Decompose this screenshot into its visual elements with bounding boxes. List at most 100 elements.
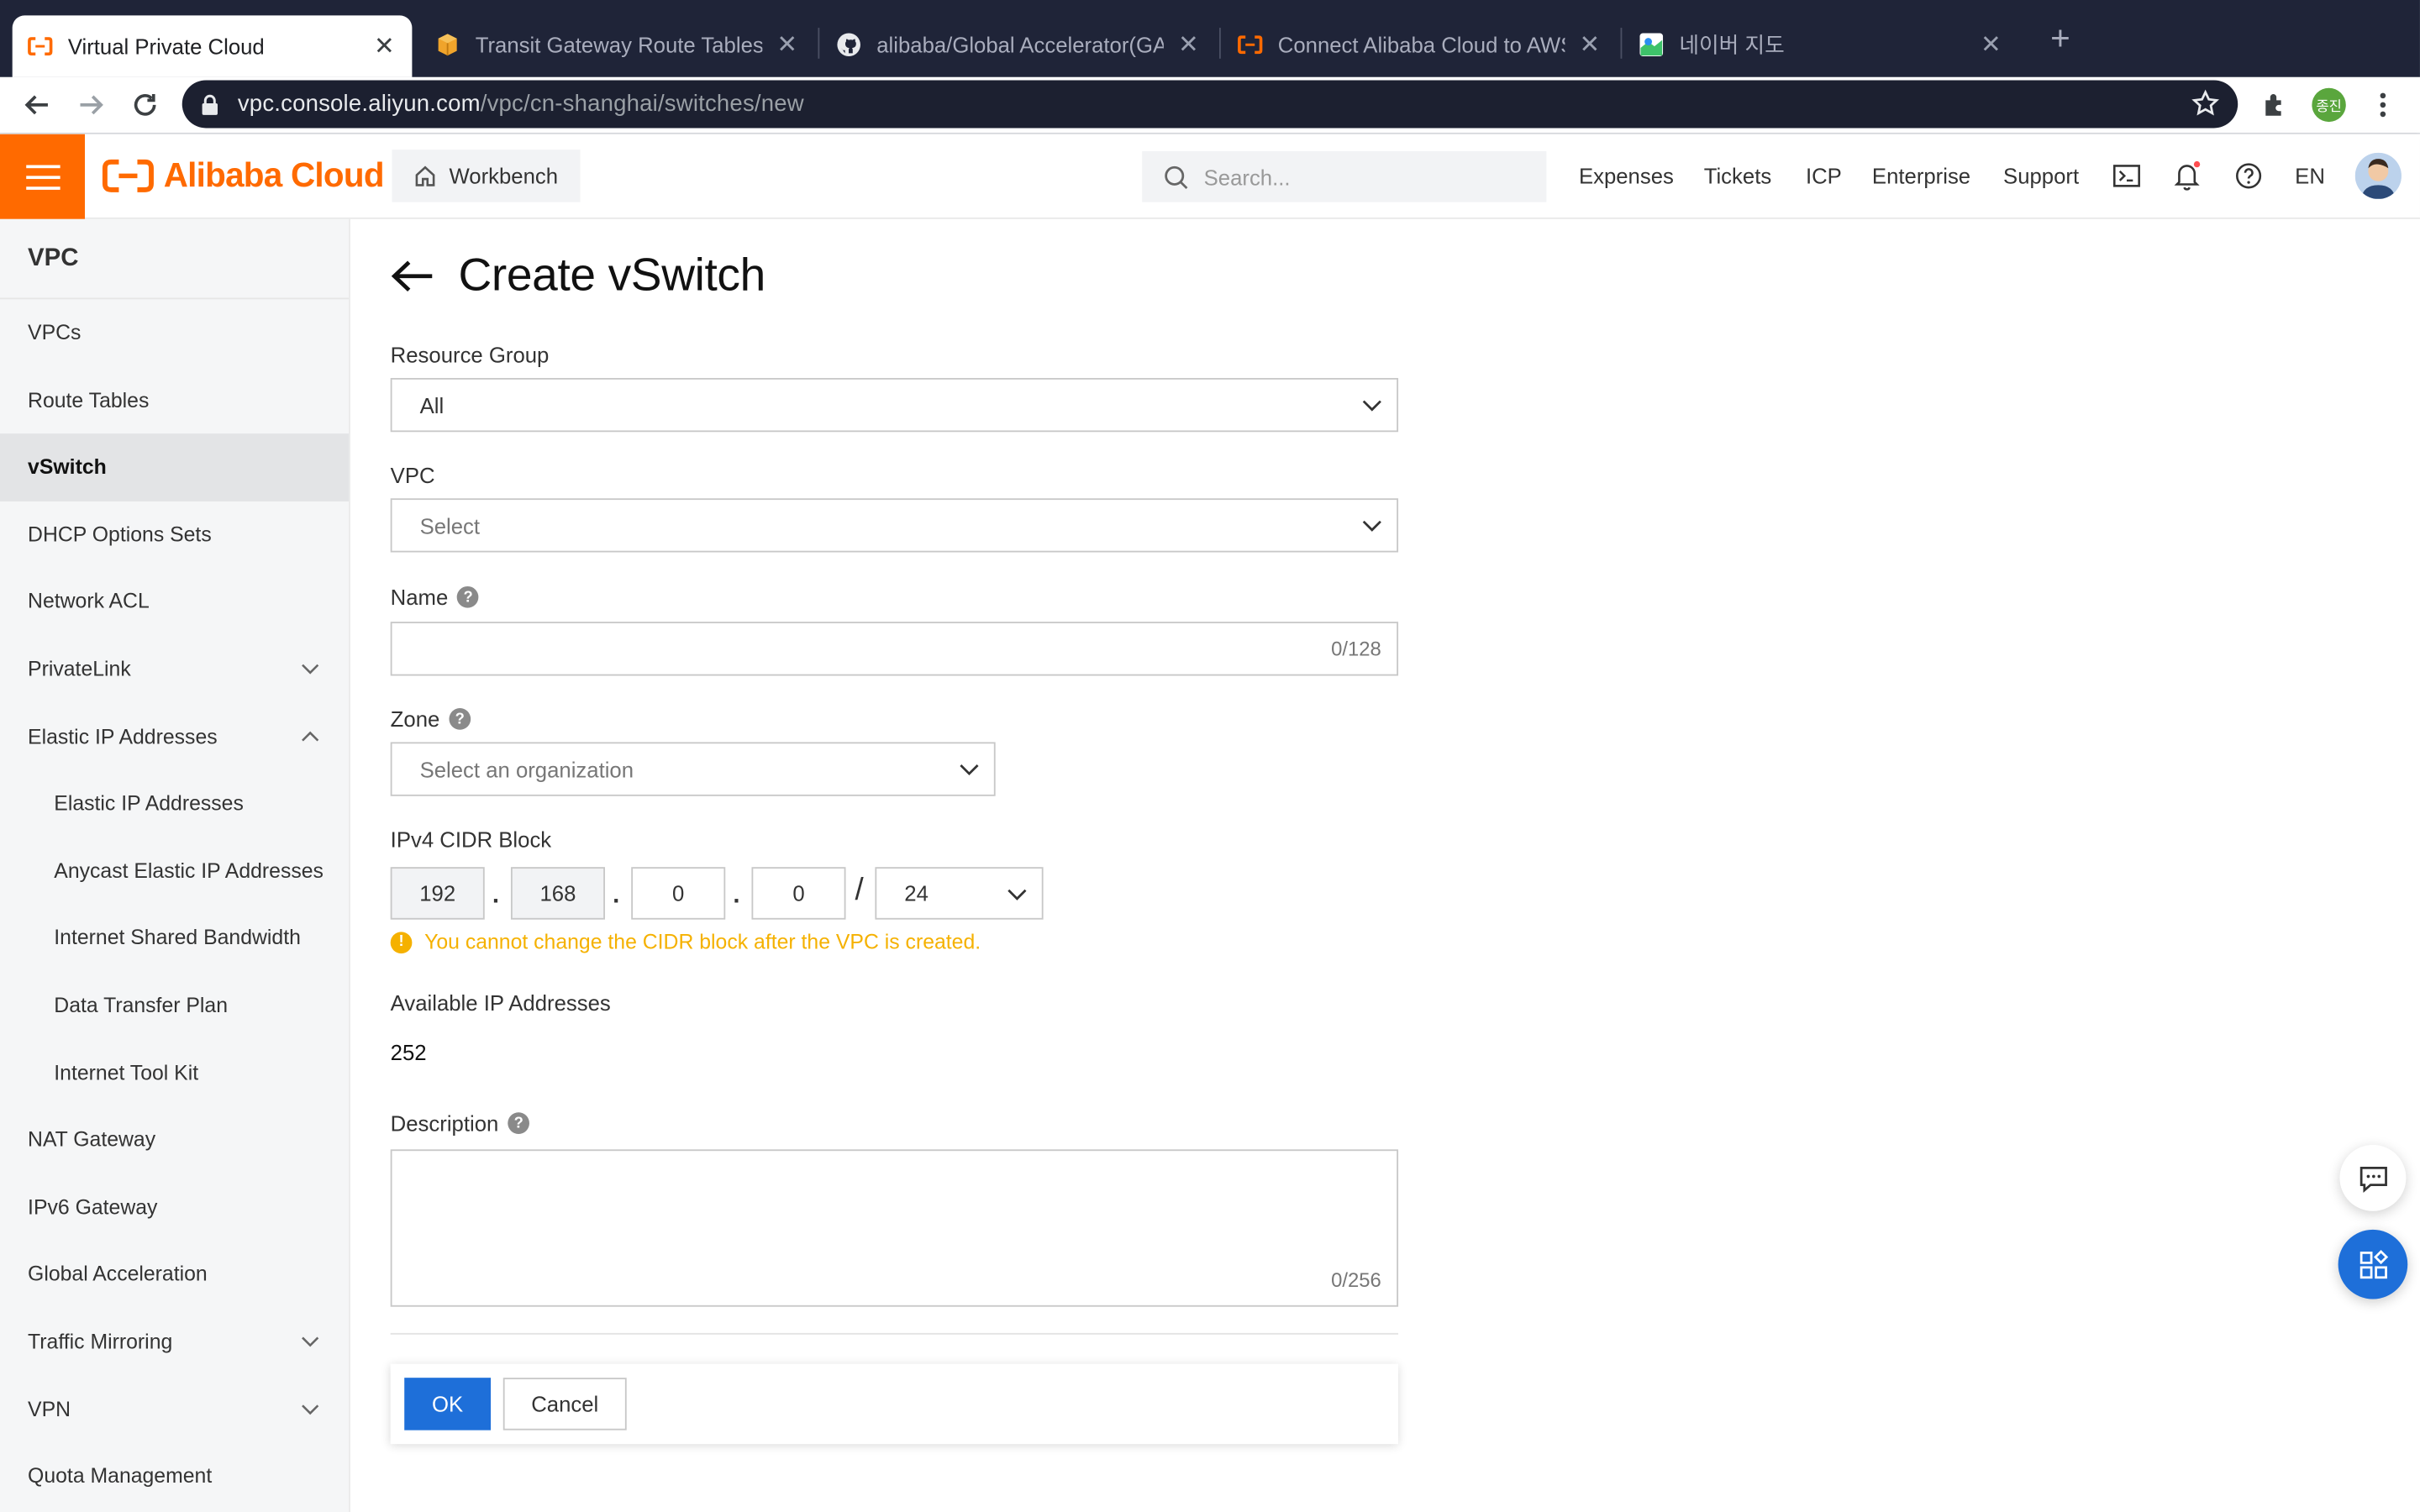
user-avatar[interactable] [2354, 152, 2402, 199]
header-link-tickets[interactable]: Tickets [1704, 164, 1771, 188]
name-input[interactable]: 0/128 [390, 622, 1399, 676]
close-tab-icon[interactable]: ✕ [1577, 29, 1602, 60]
vpc-select[interactable]: Select [390, 498, 1399, 553]
name-label: Name? [390, 585, 480, 610]
header-link-icp[interactable]: ICP [1806, 164, 1842, 188]
header-link-enterprise[interactable]: Enterprise [1872, 164, 1970, 188]
quick-apps-button[interactable] [2338, 1229, 2408, 1299]
field-label-text: Name [390, 585, 449, 610]
back-button[interactable] [17, 85, 57, 125]
sidebar-item-network-acl[interactable]: Network ACL [0, 569, 349, 636]
url-host: vpc.console.aliyun.com [237, 91, 481, 118]
browser-tab[interactable]: Transit Gateway Route Tables | ✕ [420, 15, 815, 74]
char-counter: 0/256 [1331, 1268, 1381, 1292]
address-bar[interactable]: vpc.console.aliyun.com/vpc/cn-shanghai/s… [182, 80, 2238, 129]
sidebar-subitem-elastic-ip-addresses[interactable]: Elastic IP Addresses [0, 770, 349, 837]
new-tab-button[interactable]: + [2044, 21, 2077, 55]
search-input[interactable]: Search... [1142, 150, 1547, 202]
char-counter: 0/128 [1331, 637, 1381, 661]
terminal-icon [2112, 165, 2140, 187]
help-icon[interactable]: ? [449, 708, 471, 730]
browser-tab-strip: Virtual Private Cloud ✕ Transit Gateway … [0, 0, 2420, 77]
sidebar-item-global-acceleration[interactable]: Global Acceleration [0, 1241, 349, 1308]
sidebar-item-traffic-mirroring[interactable]: Traffic Mirroring [0, 1308, 349, 1375]
search-placeholder: Search... [1203, 164, 1291, 189]
sidebar-item-vpcs[interactable]: VPCs [0, 299, 349, 366]
sidebar-item-vswitch[interactable]: vSwitch [0, 433, 350, 501]
menu-toggle-button[interactable] [0, 134, 86, 219]
tab-title: Transit Gateway Route Tables | [475, 32, 763, 57]
cidr-mask-select[interactable]: 24 [875, 867, 1044, 920]
apps-grid-icon [2359, 1249, 2388, 1278]
bookmark-star-icon[interactable] [2191, 89, 2220, 118]
extensions-button[interactable] [2254, 85, 2295, 125]
form-footer: OK Cancel [390, 1363, 1399, 1445]
profile-button[interactable]: 종진 [2309, 85, 2349, 125]
help-icon[interactable]: ? [457, 585, 480, 608]
alibaba-cloud-logo[interactable]: Alibaba Cloud [102, 156, 385, 197]
sidebar-item-quota-management[interactable]: Quota Management [0, 1442, 349, 1509]
help-button[interactable] [2232, 159, 2265, 192]
tab-separator [1620, 28, 1623, 59]
page-header: Create vSwitch [391, 250, 765, 302]
feedback-chat-button[interactable] [2339, 1144, 2407, 1211]
resource-group-select[interactable]: All [390, 377, 1399, 433]
header-link-expenses[interactable]: Expenses [1579, 164, 1674, 188]
description-textarea[interactable]: 0/256 [390, 1149, 1399, 1307]
sidebar-subitem-anycast-eip[interactable]: Anycast Elastic IP Addresses [0, 837, 349, 905]
sidebar-item-label: vSwitch [28, 455, 107, 479]
sidebar-item-route-tables[interactable]: Route Tables [0, 366, 349, 433]
forward-button[interactable] [71, 85, 111, 125]
sidebar-item-nat-gateway[interactable]: NAT Gateway [0, 1106, 349, 1173]
url-path: /vpc/cn-shanghai/switches/new [480, 91, 804, 118]
zone-select[interactable]: Select an organization [390, 742, 996, 796]
sidebar-item-ipv6-gateway[interactable]: IPv6 Gateway [0, 1173, 349, 1241]
browser-menu-button[interactable] [2363, 85, 2403, 125]
cloud-shell-button[interactable] [2110, 159, 2144, 192]
resource-group-label: Resource Group [391, 343, 550, 367]
sidebar-subitem-internet-tool-kit[interactable]: Internet Tool Kit [0, 1039, 349, 1106]
close-tab-icon[interactable]: ✕ [372, 31, 397, 62]
notifications-button[interactable] [2170, 159, 2203, 192]
select-placeholder: Select an organization [419, 756, 634, 782]
browser-tab[interactable]: Connect Alibaba Cloud to AWS ✕ [1223, 15, 1618, 74]
cancel-button[interactable]: Cancel [502, 1378, 627, 1431]
sidebar-item-elastic-ip-addresses[interactable]: Elastic IP Addresses [0, 703, 349, 770]
reload-button[interactable] [125, 85, 166, 125]
sidebar-item-dhcp-options-sets[interactable]: DHCP Options Sets [0, 501, 349, 569]
browser-tab[interactable]: alibaba/Global Accelerator(GA ✕ [821, 15, 1216, 74]
sidebar-item-privatelink[interactable]: PrivateLink [0, 636, 349, 703]
sidebar-item-label: PrivateLink [28, 657, 131, 680]
sidebar-subitem-internet-shared-bandwidth[interactable]: Internet Shared Bandwidth [0, 905, 349, 972]
ok-button[interactable]: OK [404, 1378, 492, 1431]
hamburger-icon-bar [25, 164, 60, 168]
language-switch[interactable]: EN [2295, 164, 2325, 188]
close-tab-icon[interactable]: ✕ [1979, 29, 2003, 60]
close-tab-icon[interactable]: ✕ [775, 29, 799, 60]
browser-tab[interactable]: 네이버 지도 ✕ [1623, 15, 2018, 74]
header-link-support[interactable]: Support [2003, 164, 2079, 188]
chat-icon [2359, 1166, 2386, 1192]
profile-avatar: 종진 [2312, 87, 2346, 123]
sidebar-item-label: Global Acceleration [28, 1262, 208, 1286]
browser-tab[interactable]: Virtual Private Cloud ✕ [12, 15, 413, 77]
workbench-button[interactable]: Workbench [392, 150, 581, 202]
close-tab-icon[interactable]: ✕ [1176, 29, 1201, 60]
alibaba-icon [1238, 33, 1263, 57]
sidebar-item-label: IPv6 Gateway [28, 1194, 158, 1219]
cidr-octet-4-input[interactable]: 0 [751, 867, 846, 920]
cidr-octet-1: 192 [390, 867, 485, 920]
select-value: 24 [904, 880, 929, 906]
url-text: vpc.console.aliyun.com/vpc/cn-shanghai/s… [238, 91, 804, 117]
back-arrow-icon[interactable] [391, 260, 434, 293]
avatar-icon [2354, 152, 2402, 199]
sidebar-item-vpn[interactable]: VPN [0, 1375, 349, 1442]
kebab-menu-icon [2380, 92, 2386, 118]
naver-map-icon [1639, 33, 1664, 57]
cidr-octet-3-input[interactable]: 0 [631, 867, 726, 920]
field-label-text: Available IP Addresses [390, 990, 611, 1016]
cidr-dot: . [733, 882, 740, 909]
help-icon[interactable]: ? [508, 1112, 530, 1134]
sidebar-subitem-data-transfer-plan[interactable]: Data Transfer Plan [0, 972, 349, 1039]
browser-toolbar: vpc.console.aliyun.com/vpc/cn-shanghai/s… [0, 76, 2420, 134]
